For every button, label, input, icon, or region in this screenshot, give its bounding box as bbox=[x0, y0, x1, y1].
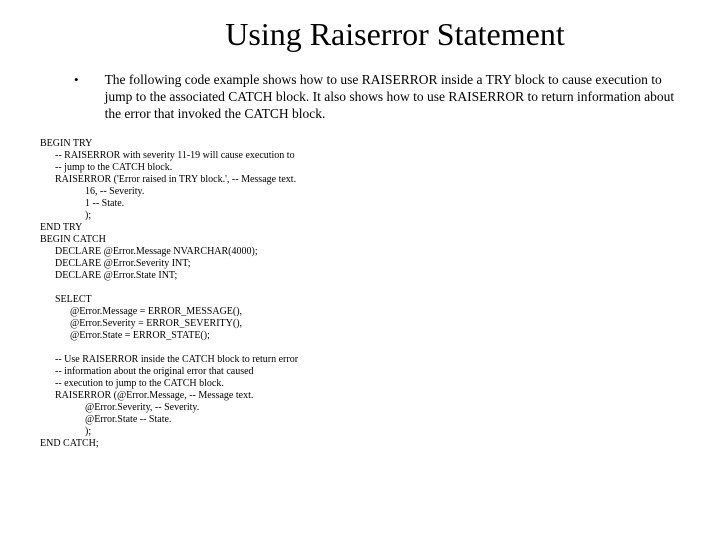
bullet-text: The following code example shows how to … bbox=[105, 71, 680, 122]
bullet-marker: • bbox=[74, 71, 79, 88]
code-block: BEGIN TRY -- RAISERROR with severity 11-… bbox=[40, 138, 680, 450]
bullet-block: • The following code example shows how t… bbox=[40, 71, 680, 122]
slide: Using Raiserror Statement • The followin… bbox=[0, 0, 720, 540]
slide-title: Using Raiserror Statement bbox=[40, 16, 680, 53]
